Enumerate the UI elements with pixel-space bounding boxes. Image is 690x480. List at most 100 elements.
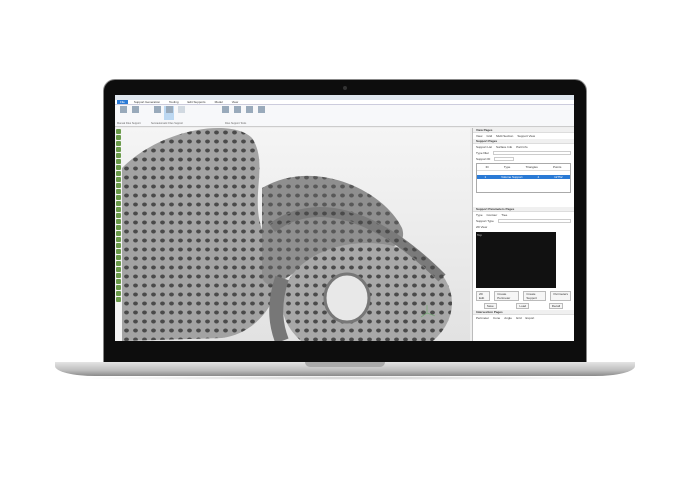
tab-view[interactable]: View [476,134,482,138]
tool-icon[interactable] [116,285,121,290]
tab-contour[interactable]: Contour [487,213,498,217]
ribbon-button[interactable] [244,106,254,120]
tab-part-info[interactable]: Part Info [516,145,527,149]
tab-edit-supports[interactable]: Edit Supports [185,100,209,104]
ribbon [115,105,574,127]
tab-model[interactable]: Model [212,100,226,104]
support-list: ID Type Triangles Points 1 Volume Suppor… [476,163,571,193]
tool-icon[interactable] [116,171,121,176]
tab-grid[interactable]: Grid [516,316,522,320]
tab-cone[interactable]: Cone [493,316,500,320]
tool-icon[interactable] [116,135,121,140]
support-icon [119,106,127,113]
3d-model [122,128,452,341]
tool-icon[interactable] [116,291,121,296]
tab-support-generation[interactable]: Support Generation [131,100,163,104]
support-icon [153,106,161,113]
support-icon [177,106,185,113]
perimeters-button[interactable]: Perimeters [550,291,571,301]
2d-edit-button[interactable]: 2D Edit [476,291,491,301]
tab-view[interactable]: View [229,100,241,104]
tab-support-list[interactable]: Support List [476,145,492,149]
ribbon-button[interactable] [256,106,266,120]
tool-icon[interactable] [116,297,121,302]
tool-icon[interactable] [116,207,121,212]
save-button[interactable]: Save [483,303,497,309]
recall-button[interactable]: Recall [548,303,564,309]
create-support-button[interactable]: Create Support [523,291,547,301]
table-row[interactable]: 1 Volume Support 4 12752 [477,175,570,179]
tool-icon[interactable] [116,273,121,278]
tool-icon[interactable] [116,213,121,218]
cell-points: 12752 [554,175,563,179]
tool-icon[interactable] [116,177,121,182]
2d-preview[interactable]: Top [476,232,556,288]
tool-icon[interactable] [116,237,121,242]
ribbon-button-selected[interactable] [164,106,174,120]
tool-icon[interactable] [116,261,121,266]
cell-triangles: 4 [537,175,540,179]
3d-viewport[interactable] [122,128,470,341]
ribbon-button[interactable] [152,106,162,120]
tab-tooling[interactable]: Tooling [166,100,182,104]
tool-icon [221,106,229,113]
tab-multi-section[interactable]: Multi Section [496,134,513,138]
laptop-notch [305,362,385,367]
tool-icon[interactable] [116,267,121,272]
tool-icon[interactable] [116,231,121,236]
tool-icon[interactable] [116,153,121,158]
tab-surface-info[interactable]: Surface Info [496,145,512,149]
tool-icon[interactable] [116,147,121,152]
col-triangles: Triangles [525,165,538,169]
ribbon-group-label: Semiautomatic Files Support [151,122,183,125]
tab-tree[interactable]: Tree [501,213,507,217]
tool-icon[interactable] [116,183,121,188]
tab-grid[interactable]: Grid [486,134,492,138]
tab-support-view[interactable]: Support View [517,134,535,138]
tool-icon[interactable] [116,129,121,134]
ribbon-button[interactable] [130,106,140,120]
tool-icon [257,106,265,113]
col-type: Type [503,165,511,169]
support-id-label: Support ID [476,157,491,161]
tool-icon[interactable] [116,201,121,206]
tab-perimeter[interactable]: Perimeter [476,316,489,320]
support-type-label: Support Type [476,219,494,223]
tab-export[interactable]: Export [526,316,535,320]
tool-icon[interactable] [116,159,121,164]
tool-icon[interactable] [116,165,121,170]
tool-icon[interactable] [116,255,121,260]
tab-angle[interactable]: Angle [504,316,512,320]
preview-label: 2D View [476,225,488,229]
list-header: ID Type Triangles Points [477,164,570,171]
tool-icon[interactable] [116,225,121,230]
tab-file[interactable]: File [117,100,128,104]
tool-icon[interactable] [116,195,121,200]
type-filter-select[interactable] [493,151,571,155]
tool-icon[interactable] [116,243,121,248]
support-id-input[interactable] [494,157,515,161]
col-id: ID [485,165,489,169]
preview-text: Top [477,233,482,237]
load-button[interactable]: Load [516,303,530,309]
right-panel: View Pages View Grid Multi Section Suppo… [472,128,574,341]
tool-icon[interactable] [116,141,121,146]
create-perimeter-button[interactable]: Create Perimeter [494,291,520,301]
tool-icon[interactable] [116,189,121,194]
tab-type[interactable]: Type [476,213,483,217]
ribbon-button[interactable] [118,106,128,120]
tool-icon [245,106,253,113]
tool-icon[interactable] [116,219,121,224]
webcam [343,86,347,90]
tool-icon[interactable] [116,279,121,284]
ribbon-button[interactable] [220,106,230,120]
type-filter-label: Type filter [476,151,490,155]
support-type-select[interactable] [497,219,571,223]
ribbon-button[interactable] [232,106,242,120]
ribbon-button[interactable] [176,106,186,120]
support-icon [131,106,139,113]
cell-type: Volume Support [501,175,523,179]
tool-icon [233,106,241,113]
cell-id: 1 [484,175,487,179]
tool-icon[interactable] [116,249,121,254]
